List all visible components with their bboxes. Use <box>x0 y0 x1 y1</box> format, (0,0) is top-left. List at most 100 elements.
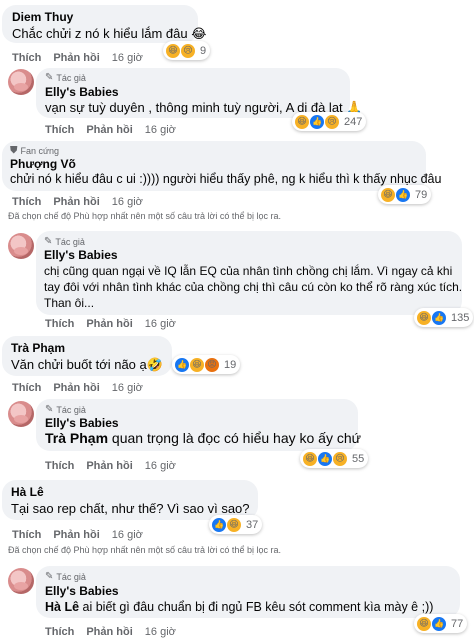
reaction-summary[interactable]: 😆 👍 77 <box>414 614 468 633</box>
commenter-name[interactable]: Elly's Babies <box>45 85 119 99</box>
comment-actions: Thích Phản hồi 16 giờ <box>45 626 176 638</box>
like-link[interactable]: Thích <box>45 460 74 472</box>
like-icon: 👍 <box>431 309 447 326</box>
reaction-count: 9 <box>200 44 207 57</box>
reply-link[interactable]: Phản hồi <box>53 196 99 208</box>
filter-notice: Đã chọn chế độ Phù hợp nhất nên một số c… <box>8 545 281 555</box>
reaction-summary[interactable]: 😆 👍 79 <box>378 185 432 204</box>
commenter-name[interactable]: Diem Thuy <box>12 10 73 24</box>
reaction-summary[interactable]: 😆 👍 😢 55 <box>300 449 369 468</box>
timestamp[interactable]: 16 giờ <box>145 626 176 638</box>
commenter-name[interactable]: Elly's Babies <box>45 416 119 430</box>
sad-icon: 😢 <box>324 113 340 130</box>
comment-actions: Thích Phản hồi 16 giờ <box>12 52 143 64</box>
comment-bubble: ⛊ Fan cứng Phượng Võ chửi nó k hiểu đâu … <box>2 141 441 191</box>
timestamp[interactable]: 16 giờ <box>112 529 143 541</box>
sad-icon: 😢 <box>332 450 348 467</box>
timestamp[interactable]: 16 giờ <box>145 318 176 330</box>
reply-link[interactable]: Phản hồi <box>86 626 132 638</box>
like-icon: 👍 <box>309 113 325 130</box>
haha-icon: 😆 <box>165 42 181 59</box>
author-badge-label: Tác giả <box>55 236 85 247</box>
comment-text-line-2: tay đôi với nhân tình khác của chồng chị… <box>44 280 463 294</box>
reaction-summary[interactable]: 👍 😆 37 <box>209 515 263 534</box>
comment-text: Trà Phạm quan trọng là đọc có hiểu hay k… <box>45 430 361 447</box>
author-badge: ✎ Tác giả <box>45 72 86 83</box>
author-badge-label: Tác giả <box>56 404 86 415</box>
commenter-name[interactable]: Hà Lê <box>11 485 44 499</box>
author-badge-label: Tác giả <box>56 571 86 582</box>
avatar[interactable] <box>8 568 34 594</box>
like-icon: 👍 <box>431 615 447 632</box>
comment-bubble: ✎ Tác giả Elly's Babies vạn sự tuỳ duyên… <box>36 68 362 118</box>
comment-text: chửi nó k hiểu đâu c ui :)))) người hiểu… <box>10 172 442 186</box>
haha-icon: 😆 <box>380 186 396 203</box>
reaction-summary[interactable]: 😆 😢 9 <box>163 41 211 60</box>
reaction-summary[interactable]: 😆 👍 😢 247 <box>292 112 367 131</box>
comment-text-line-3: Than ôi... <box>44 296 95 310</box>
mention-link[interactable]: Hà Lê <box>45 600 79 614</box>
reply-link[interactable]: Phản hồi <box>86 318 132 330</box>
commenter-name[interactable]: Phượng Võ <box>10 157 76 171</box>
comment-text: Văn chửi buốt tới não ạ🤣 <box>11 357 163 372</box>
avatar[interactable] <box>8 401 34 427</box>
like-icon: 👍 <box>174 356 190 373</box>
reply-link[interactable]: Phản hồi <box>86 460 132 472</box>
like-link[interactable]: Thích <box>45 124 74 136</box>
timestamp[interactable]: 16 giờ <box>112 382 143 394</box>
like-icon: 👍 <box>317 450 333 467</box>
reaction-count: 79 <box>415 188 428 201</box>
timestamp[interactable]: 16 giờ <box>145 124 176 136</box>
mention-link[interactable]: Trà Phạm <box>45 430 108 446</box>
like-link[interactable]: Thích <box>12 529 41 541</box>
comment-bubble: Trà Phạm Văn chửi buốt tới não ạ🤣 <box>2 336 172 376</box>
comment-bubble: Hà Lê Tại sao rep chất, như thế? Vì sao … <box>2 480 258 520</box>
sad-icon: 😢 <box>180 42 196 59</box>
avatar[interactable] <box>8 233 34 259</box>
haha-icon: 😆 <box>226 516 242 533</box>
comment-actions: Thích Phản hồi 16 giờ <box>45 460 176 472</box>
reply-link[interactable]: Phản hồi <box>53 52 99 64</box>
like-link[interactable]: Thích <box>12 52 41 64</box>
timestamp[interactable]: 16 giờ <box>145 460 176 472</box>
pen-icon: ✎ <box>45 571 54 582</box>
haha-icon: 😆 <box>294 113 310 130</box>
reaction-summary[interactable]: 😆 👍 135 <box>414 308 474 327</box>
like-icon: 👍 <box>395 186 411 203</box>
reaction-count: 55 <box>352 452 365 465</box>
comment-actions: Thích Phản hồi 16 giờ <box>12 382 143 394</box>
haha-icon: 😆 <box>302 450 318 467</box>
commenter-name[interactable]: Trà Phạm <box>11 341 65 355</box>
fan-badge-label: Fan cứng <box>20 145 60 156</box>
like-link[interactable]: Thích <box>12 382 41 394</box>
author-badge: ✎ Tác giả <box>44 236 85 247</box>
commenter-name[interactable]: Elly's Babies <box>45 584 119 598</box>
fan-badge: ⛊ Fan cứng <box>10 145 59 156</box>
comment-actions: Thích Phản hồi 16 giờ <box>45 318 176 330</box>
avatar[interactable] <box>8 69 34 95</box>
like-link[interactable]: Thích <box>45 626 74 638</box>
commenter-name[interactable]: Elly's Babies <box>44 248 118 262</box>
reply-link[interactable]: Phản hồi <box>53 529 99 541</box>
author-badge: ✎ Tác giả <box>45 404 86 415</box>
reaction-count: 247 <box>344 115 363 128</box>
haha-icon: 😆 <box>189 356 205 373</box>
reaction-count: 135 <box>451 311 470 324</box>
reply-link[interactable]: Phản hồi <box>53 382 99 394</box>
filter-notice: Đã chọn chế độ Phù hợp nhất nên một số c… <box>8 211 281 221</box>
reply-link[interactable]: Phản hồi <box>86 124 132 136</box>
reaction-count: 19 <box>224 358 237 371</box>
comment-bubble: ✎ Tác giả Elly's Babies Trà Phạm quan tr… <box>36 399 361 451</box>
comment-bubble: Diem Thuy Chắc chửi z nó k hiểu lắm đâu … <box>2 5 206 43</box>
pen-icon: ✎ <box>44 236 53 247</box>
reaction-summary[interactable]: 👍 😆 😡 19 <box>172 355 241 374</box>
comment-bubble: ✎ Tác giả Elly's Babies Hà Lê ai biết gì… <box>36 566 460 618</box>
like-icon: 👍 <box>211 516 227 533</box>
like-link[interactable]: Thích <box>12 196 41 208</box>
comment-actions: Thích Phản hồi 16 giờ <box>12 529 143 541</box>
timestamp[interactable]: 16 giờ <box>112 196 143 208</box>
like-link[interactable]: Thích <box>45 318 74 330</box>
comment-text: Tại sao rep chất, như thế? Vì sao vì sao… <box>11 501 250 516</box>
author-badge: ✎ Tác giả <box>45 571 86 582</box>
timestamp[interactable]: 16 giờ <box>112 52 143 64</box>
